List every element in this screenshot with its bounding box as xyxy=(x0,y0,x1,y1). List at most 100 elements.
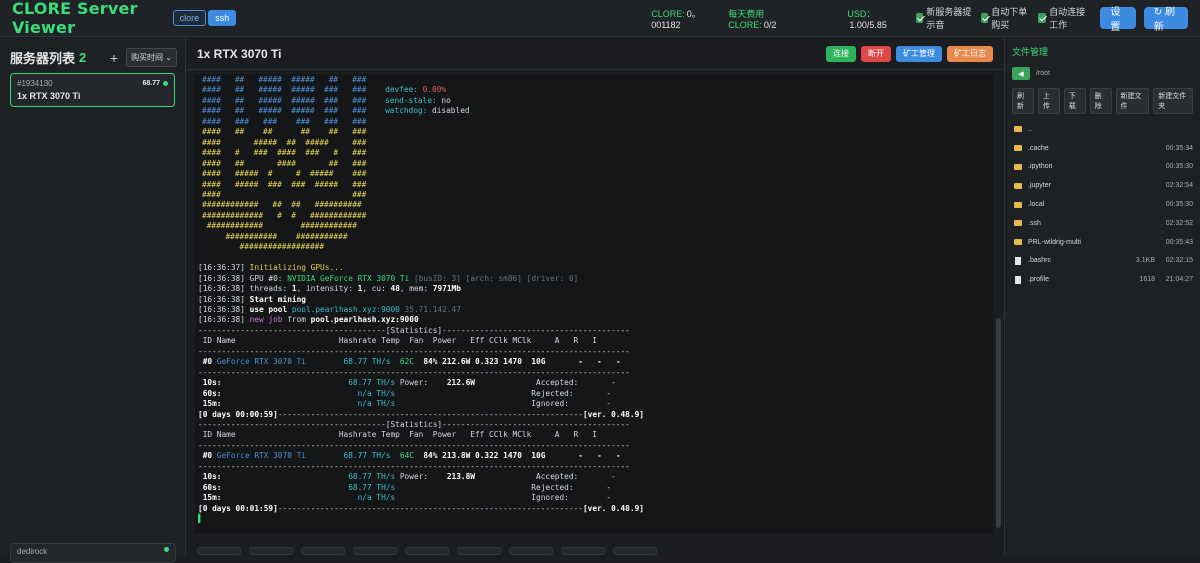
terminal-text: ########### ########### xyxy=(202,231,348,241)
terminal-line: [0 days 00:01:59]-----------------------… xyxy=(198,504,990,514)
terminal-output[interactable]: #### ## ##### ##### ## ### #### ## ##### … xyxy=(195,74,993,534)
terminal-text: n/a TH/s xyxy=(357,399,396,409)
terminal-text: ----------------------------------------… xyxy=(198,367,630,377)
back-button[interactable]: ◀ xyxy=(1012,67,1030,80)
terminal-text: ----------------------------------------… xyxy=(198,346,630,356)
file-delete-button[interactable]: 删除 xyxy=(1089,88,1112,114)
connect-button[interactable]: 连接 xyxy=(826,45,856,62)
terminal-text: Accepted: - xyxy=(474,378,616,388)
terminal-text: 68.77 TH/s xyxy=(348,378,396,388)
terminal-line: 60s: 68.77 TH/s Rejected: - xyxy=(198,483,990,493)
toolbar-button[interactable] xyxy=(301,547,345,555)
sort-select[interactable]: 购买时间 ⌄ xyxy=(126,48,177,67)
terminal-line: #### ##### # # ##### ### xyxy=(198,169,990,179)
terminal-line: ID Name Hashrate Temp Fan Power Eff CClk… xyxy=(198,430,990,440)
clore-balance: CLORE: 0。001182 xyxy=(651,7,712,30)
file-name: .jupyter xyxy=(1028,182,1051,190)
toolbar-button[interactable] xyxy=(197,547,241,555)
terminal-line: [16:36:38] threads: 1, intensity: 1, cu:… xyxy=(198,284,990,294)
folder-icon xyxy=(1014,163,1022,170)
terminal-text: , mem: xyxy=(399,284,433,294)
file-icon xyxy=(1015,256,1021,265)
folder-row[interactable]: PRL-wildrig-multi 00:35:43 xyxy=(1005,233,1200,252)
toolbar-button[interactable] xyxy=(353,547,397,555)
file-upload-button[interactable]: 上传 xyxy=(1037,88,1060,114)
refresh-button[interactable]: ↻ 刷新 xyxy=(1143,7,1189,33)
terminal-text: [16:36:38] GPU #0: xyxy=(198,273,288,283)
terminal-line: ----------------------------------------… xyxy=(198,347,990,357)
terminal-text: ----------------------------------------… xyxy=(277,503,583,513)
settings-button[interactable]: 设置 xyxy=(1100,7,1136,33)
folder-row[interactable]: .ssh 02:32:52 xyxy=(1005,214,1200,233)
folder-icon xyxy=(1014,239,1022,246)
file-name: PRL-wildrig-multi xyxy=(1028,238,1081,246)
toolbar-button[interactable] xyxy=(457,547,501,555)
terminal-line: ############# # # ############ xyxy=(198,211,990,221)
auto-connect-checkbox[interactable]: 自动连接工作 xyxy=(1038,5,1090,31)
terminal-line: [16:36:37] Initializing GPUs... xyxy=(198,263,990,273)
add-server-button[interactable]: + xyxy=(110,50,118,66)
disconnect-button[interactable]: 断开 xyxy=(861,45,891,62)
file-manager-panel: 文件管理 ◀ /root 刷新 上传 下载 删除 新建文件 新建文件夹 .. .c… xyxy=(1004,38,1200,555)
current-path: /root xyxy=(1036,70,1051,77)
tab-clore[interactable]: clore xyxy=(172,10,207,26)
terminal-line: [16:36:38] GPU #0: NVIDIA GeForce RTX 30… xyxy=(198,274,990,284)
server-card[interactable]: #1934130 68.77 1x RTX 3070 Ti xyxy=(10,73,175,107)
folder-row[interactable]: .local 00:35:30 xyxy=(1005,195,1200,214)
file-row[interactable]: .profile 1618 21:04:27 xyxy=(1005,270,1200,289)
auto-buy-checkbox[interactable]: 自动下单购买 xyxy=(980,5,1033,31)
toolbar-button[interactable] xyxy=(561,547,605,555)
terminal-line: ################## xyxy=(198,242,990,252)
terminal-text: 68.77 TH/s xyxy=(343,451,391,461)
terminal-text: 212.6W xyxy=(446,378,475,388)
terminal-text: [ver. 0.48.9] xyxy=(582,503,644,513)
miner-log-button[interactable]: 矿工日志 xyxy=(947,45,993,62)
terminal-text: Accepted: - xyxy=(474,472,616,482)
terminal-text: #### ## ## ## ## ### xyxy=(202,127,367,137)
folder-row[interactable]: .ipython 00:35:30 xyxy=(1005,158,1200,177)
terminal-text: GeForce RTX 3070 Ti xyxy=(216,357,306,367)
terminal-line: ############ ############ xyxy=(198,221,990,231)
new-folder-button[interactable]: 新建文件夹 xyxy=(1153,88,1193,114)
terminal-text: ----------------------------------------… xyxy=(198,461,630,471)
terminal-text: , cu: xyxy=(362,284,391,294)
server-card[interactable]: dedirock xyxy=(10,543,176,563)
folder-icon xyxy=(1014,220,1022,227)
toolbar-button[interactable] xyxy=(405,547,449,555)
file-name: .ssh xyxy=(1028,219,1041,227)
terminal-line: ############ ## ## ########## xyxy=(198,200,990,210)
toolbar-button[interactable] xyxy=(249,547,293,555)
file-name: .profile xyxy=(1028,276,1050,284)
terminal-text: [16:36:38] xyxy=(198,315,250,325)
terminal-line: 10s: 68.77 TH/s Power: 212.6W Accepted: … xyxy=(198,378,990,388)
folder-row[interactable]: .. xyxy=(1005,120,1200,139)
new-server-sound-label: 新服务器提示音 xyxy=(926,7,972,30)
folder-row[interactable]: .cache 00:35:34 xyxy=(1005,139,1200,158)
file-refresh-button[interactable]: 刷新 xyxy=(1012,88,1034,114)
file-download-button[interactable]: 下载 xyxy=(1063,88,1086,114)
new-server-sound-checkbox[interactable]: 新服务器提示音 xyxy=(915,5,975,31)
new-file-button[interactable]: 新建文件 xyxy=(1115,88,1150,114)
checkbox-checked-icon xyxy=(915,13,924,23)
terminal-line: ▌ xyxy=(198,514,990,524)
file-row[interactable]: .bashrc 3.1KB 02:32:15 xyxy=(1005,252,1200,271)
tab-ssh[interactable]: ssh xyxy=(208,10,237,26)
terminal-text: Ignored: - xyxy=(395,493,612,503)
terminal-line: #0 GeForce RTX 3070 Ti 68.77 TH/s 64C 84… xyxy=(198,451,990,461)
toolbar-button[interactable] xyxy=(613,547,657,555)
file-time: 21:04:27 xyxy=(1165,276,1193,284)
daily-cost: 每天费用CLORE: 0/2 xyxy=(728,7,793,30)
terminal-scrollbar[interactable] xyxy=(996,318,1001,528)
toolbar-button[interactable] xyxy=(509,547,553,555)
terminal-text: 62C xyxy=(390,357,424,367)
terminal-text: #### ### ### ### ### ### xyxy=(202,116,367,126)
terminal-text: ----------------------------------------… xyxy=(198,325,630,335)
terminal-text: [16:36:38] xyxy=(198,304,250,314)
terminal-text: ################## xyxy=(202,242,325,252)
server-list-sidebar: 服务器列表 2 + 购买时间 ⌄ #1934130 68.77 1x RTX 3… xyxy=(0,38,186,563)
miner-manage-button[interactable]: 矿工管理 xyxy=(896,45,942,62)
terminal-text: 84% 212.6W 0.323 1470 10G - - - xyxy=(423,357,621,367)
terminal-text: #### ##### # # ##### ### xyxy=(202,169,367,179)
folder-row[interactable]: .jupyter 02:32:54 xyxy=(1005,176,1200,195)
terminal-text: ID Name Hashrate Temp Fan Power Eff CClk… xyxy=(198,430,598,440)
